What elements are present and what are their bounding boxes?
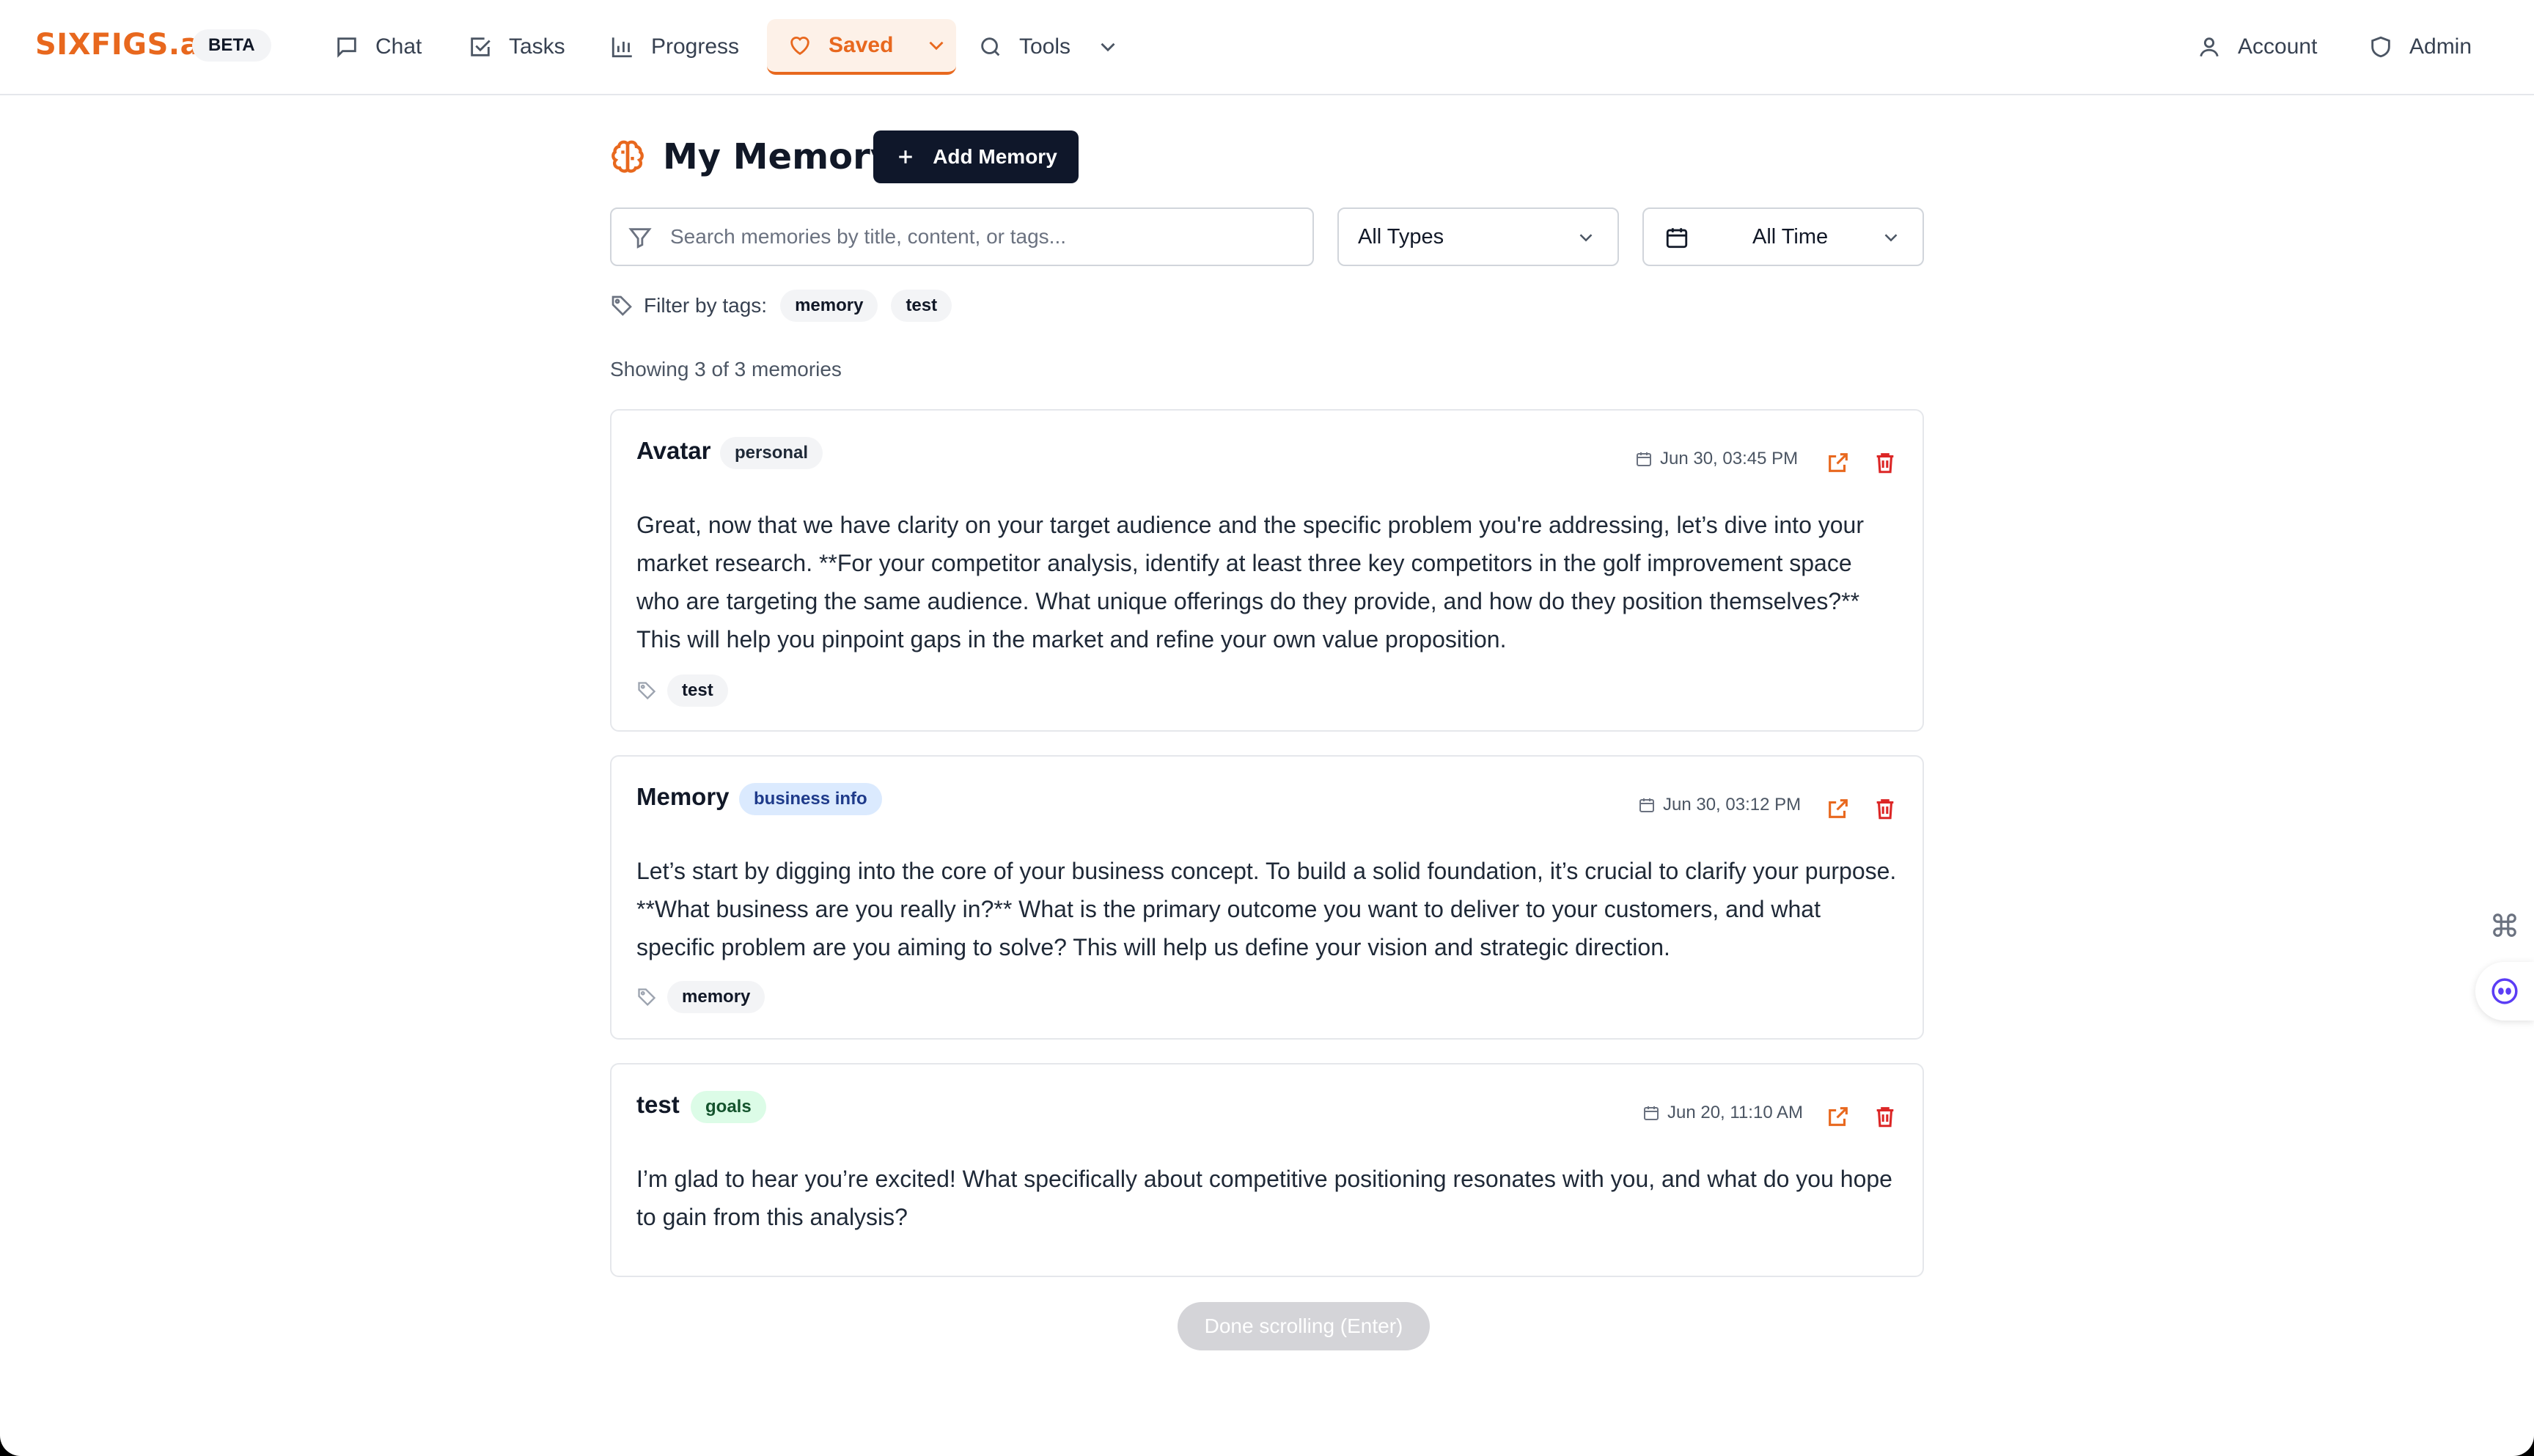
memory-date: Jun 30, 03:45 PM [1635,449,1798,469]
chevron-down-icon [1579,234,1593,242]
nav-account[interactable]: Account [2197,19,2317,75]
calendar-icon [1639,798,1654,812]
open-memory-button[interactable] [1826,796,1851,821]
memory-content: Great, now that we have clarity on your … [636,512,1864,652]
memory-tag[interactable]: test [667,674,728,707]
tag-icon [612,295,632,316]
nav-tools-dropdown[interactable]: Tools [978,19,1120,75]
assistant-icon [2491,978,2518,1004]
category-badge: goals [691,1091,766,1123]
external-link-icon [1829,1107,1848,1126]
top-navigation: SIXFIGS.ai BETA Chat Tasks Progress Save… [0,0,2534,95]
filter-tag-test[interactable]: test [891,290,952,322]
memory-content: Let’s start by digging into the core of … [636,858,1897,960]
memory-content: I’m glad to hear you’re excited! What sp… [636,1166,1892,1230]
add-memory-label: Add Memory [933,145,1057,168]
brand-logo[interactable]: SIXFIGS.ai [35,28,210,62]
memory-tags: memory [636,981,765,1013]
tasks-icon [471,37,491,56]
delete-memory-button[interactable] [1873,1104,1898,1129]
time-select-value: All Time [1752,225,1829,249]
search-input[interactable] [670,216,1301,257]
command-icon [2493,913,2516,937]
memory-title: Memory [636,783,730,810]
memory-date-text: Jun 30, 03:12 PM [1663,795,1802,815]
beta-badge: BETA [192,29,271,62]
shield-icon [2371,36,2390,58]
done-scrolling-button[interactable]: Done scrolling (Enter) [1178,1302,1430,1350]
nav-admin[interactable]: Admin [2368,19,2472,75]
chevron-down-icon [929,41,944,51]
filter-tags-label: Filter by tags: [644,294,768,317]
results-count: Showing 3 of 3 memories [610,358,842,380]
trash-icon [1876,1107,1894,1128]
external-link-icon [1829,453,1848,472]
assistant-button[interactable] [2475,962,2534,1021]
app-window: SIXFIGS.ai BETA Chat Tasks Progress Save… [0,0,2534,1456]
time-select[interactable]: All Time [1642,207,1924,266]
add-memory-button[interactable]: Add Memory [873,130,1079,183]
memory-title: Avatar [636,437,711,464]
nav-account-label: Account [2238,34,2318,59]
page-title: My Memory [663,136,894,177]
nav-chat-label: Chat [375,34,422,59]
chat-icon [337,37,356,58]
nav-tasks[interactable]: Tasks [468,19,565,75]
plus-icon [899,150,912,163]
open-memory-button[interactable] [1826,1104,1851,1129]
calendar-icon [1666,228,1688,249]
memory-card[interactable]: Memory business info Jun 30, 03:12 PM Le… [610,755,1924,1040]
progress-icon [612,37,632,58]
nav-saved-label: Saved [829,33,894,57]
memory-date: Jun 30, 03:12 PM [1638,795,1801,815]
type-select-value: All Types [1358,224,1444,249]
filter-tag-memory[interactable]: memory [780,290,878,322]
memory-title: test [636,1091,680,1118]
delete-memory-button[interactable] [1873,450,1898,475]
memory-date-text: Jun 20, 11:10 AM [1667,1103,1804,1122]
search-icon [981,37,1000,56]
tag-icon [638,682,656,700]
memory-date-text: Jun 30, 03:45 PM [1660,449,1799,468]
nav-tasks-label: Tasks [509,34,565,59]
nav-progress[interactable]: Progress [610,19,739,75]
calendar-icon [1637,452,1651,466]
chevron-down-icon [1884,234,1898,242]
heart-icon [790,37,809,56]
tag-icon [638,988,656,1007]
memory-card[interactable]: test goals Jun 20, 11:10 AM I’m glad to … [610,1063,1924,1277]
tag-filter-row: Filter by tags: memory test [610,289,952,323]
external-link-icon [1829,799,1848,818]
brain-icon [609,138,647,176]
memory-tag[interactable]: memory [667,981,765,1013]
trash-icon [1876,453,1894,474]
nav-progress-label: Progress [651,34,740,59]
filter-icon [628,228,652,249]
search-box [610,207,1314,266]
category-badge: business info [739,783,882,815]
chevron-down-icon [1101,43,1115,52]
type-select[interactable]: All Types [1337,207,1619,266]
delete-memory-button[interactable] [1873,796,1898,821]
memory-card[interactable]: Avatar personal Jun 30, 03:45 PM Great, … [610,409,1924,732]
category-badge: personal [720,437,823,469]
side-dock [2475,896,2534,1021]
nav-chat[interactable]: Chat [334,19,422,75]
memory-date: Jun 20, 11:10 AM [1642,1103,1803,1123]
trash-icon [1876,799,1894,820]
open-memory-button[interactable] [1826,450,1851,475]
user-icon [2200,37,2219,57]
nav-tools-label: Tools [1019,34,1071,59]
memory-tags: test [636,674,728,707]
nav-saved-dropdown[interactable]: Saved [767,19,956,75]
calendar-icon [1644,1106,1659,1120]
nav-admin-label: Admin [2409,34,2472,59]
command-button[interactable] [2475,896,2534,955]
